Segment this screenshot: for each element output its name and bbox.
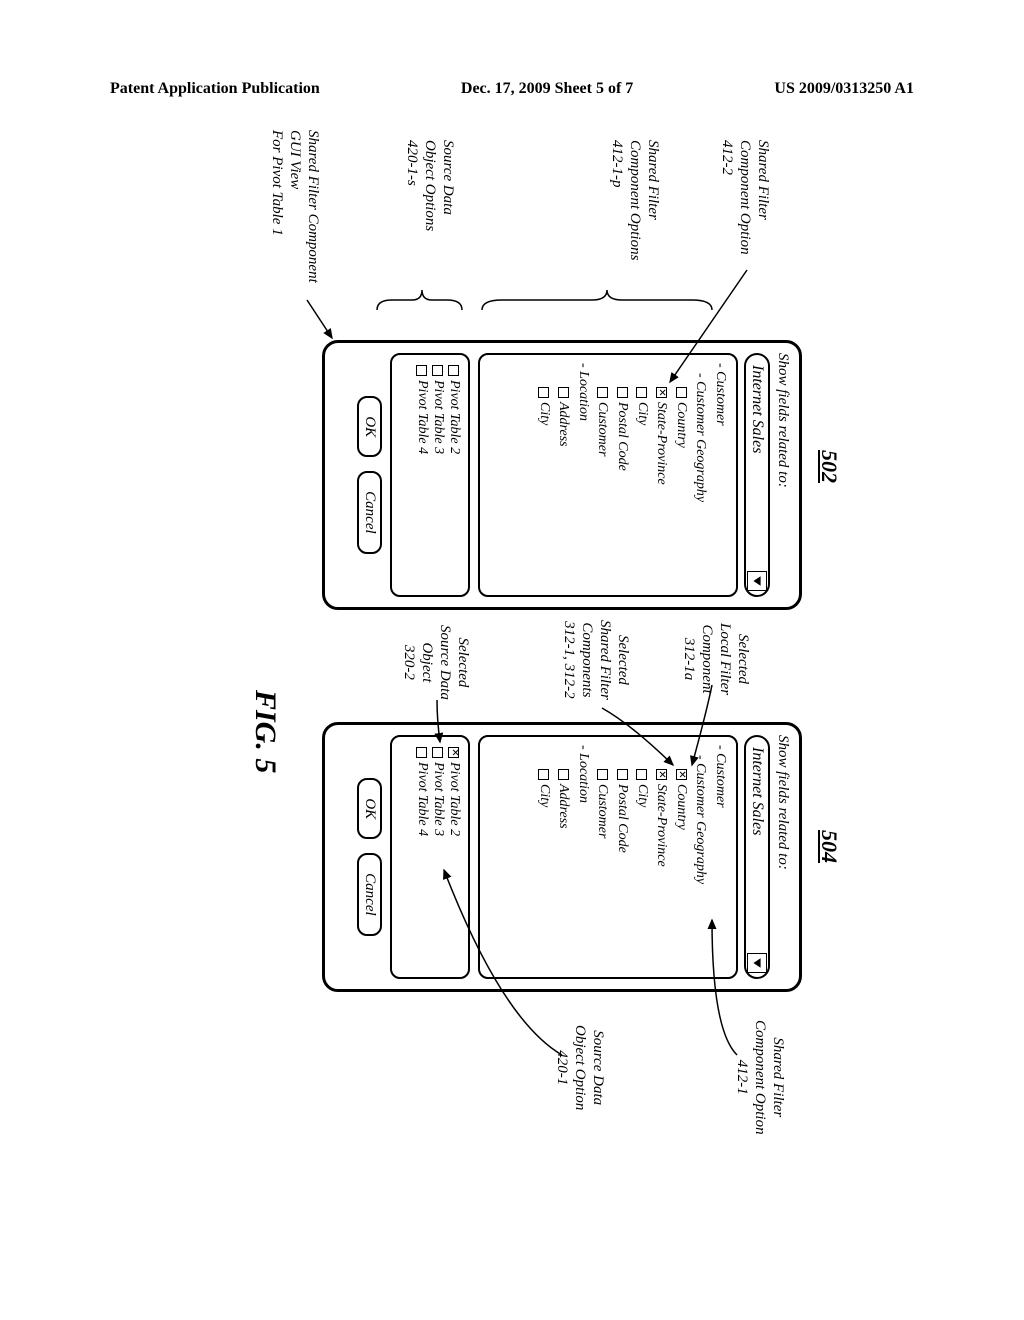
- tree-country[interactable]: ✕Country: [671, 745, 691, 969]
- callout-sel-local: Selected Local Filter Component 312-1a: [680, 623, 752, 695]
- checkbox-icon: [558, 387, 569, 398]
- fields-tree: - Customer - Customer Geography Country …: [478, 353, 738, 597]
- callout-sel-shared: Selected Shared Filter Components 312-1,…: [560, 620, 632, 700]
- tree-city2[interactable]: City: [534, 363, 554, 587]
- checkbox-checked-icon: ✕: [449, 747, 460, 758]
- callout-sdo-420-1: Source Data Object Option 420-1: [553, 1025, 607, 1110]
- checkbox-icon: [433, 365, 444, 376]
- checkbox-icon: [433, 747, 444, 758]
- checkbox-icon: [597, 769, 608, 780]
- tree-customer-leaf[interactable]: Customer: [593, 363, 613, 587]
- dropdown-value: Internet Sales: [748, 747, 766, 835]
- pivot-4[interactable]: Pivot Table 4: [414, 365, 430, 585]
- dropdown-arrow-icon[interactable]: [747, 953, 767, 973]
- tree-city2[interactable]: City: [534, 745, 554, 969]
- checkbox-icon: [636, 769, 647, 780]
- related-to-dropdown[interactable]: Internet Sales: [744, 353, 770, 597]
- checkbox-icon: [449, 365, 460, 376]
- tree-postal-code[interactable]: Postal Code: [612, 363, 632, 587]
- figure-label: FIG. 5: [248, 690, 282, 773]
- tree-customer-geo: - Customer Geography: [691, 745, 711, 969]
- checkbox-icon: [597, 387, 608, 398]
- dropdown-arrow-icon[interactable]: [747, 571, 767, 591]
- checkbox-icon: [636, 387, 647, 398]
- tree-country[interactable]: Country: [671, 363, 691, 587]
- tree-customer-leaf[interactable]: Customer: [593, 745, 613, 969]
- callout-sdo-420-1s: Source Data Object Options 420-1-s: [403, 140, 457, 231]
- ok-button[interactable]: OK: [357, 778, 382, 839]
- dialog-title: Show fields related to:: [774, 353, 791, 597]
- header-center: Dec. 17, 2009 Sheet 5 of 7: [461, 80, 633, 98]
- related-to-dropdown[interactable]: Internet Sales: [744, 735, 770, 979]
- tree-location: - Location: [573, 363, 593, 587]
- callout-sel-source: Selected Source Data Object 320-2: [400, 625, 472, 700]
- checkbox-checked-icon: ✕: [656, 769, 667, 780]
- fields-tree: - Customer - Customer Geography ✕Country…: [478, 735, 738, 979]
- callout-sfc-gui: Shared Filter Component GUI View For Piv…: [268, 130, 322, 283]
- panel-502: Show fields related to: Internet Sales -…: [322, 340, 802, 610]
- tree-location: - Location: [573, 745, 593, 969]
- tree-city[interactable]: City: [632, 363, 652, 587]
- page-header: Patent Application Publication Dec. 17, …: [0, 0, 1024, 98]
- pivot-2[interactable]: Pivot Table 2: [446, 365, 462, 585]
- ref-502: 502: [816, 450, 842, 483]
- tree-address[interactable]: Address: [554, 745, 574, 969]
- ref-504: 504: [816, 830, 842, 863]
- tree-address[interactable]: Address: [554, 363, 574, 587]
- callout-sfco-412-2: Shared Filter Component Option 412-2: [718, 140, 772, 255]
- checkbox-icon: [617, 769, 628, 780]
- tree-state-province[interactable]: ✕State-Province: [652, 745, 672, 969]
- checkbox-icon: [617, 387, 628, 398]
- tree-customer: - Customer: [710, 745, 730, 969]
- pivot-3[interactable]: Pivot Table 3: [430, 365, 446, 585]
- tree-customer: - Customer: [710, 363, 730, 587]
- pivot-3[interactable]: Pivot Table 3: [430, 747, 446, 967]
- tree-customer-geo: - Customer Geography: [691, 363, 711, 587]
- checkbox-icon: [676, 387, 687, 398]
- tree-state-province[interactable]: ✕State-Province: [652, 363, 672, 587]
- cancel-button[interactable]: Cancel: [357, 471, 382, 554]
- pivot-4[interactable]: Pivot Table 4: [414, 747, 430, 967]
- ok-button[interactable]: OK: [357, 396, 382, 457]
- cancel-button[interactable]: Cancel: [357, 853, 382, 936]
- tree-postal-code[interactable]: Postal Code: [612, 745, 632, 969]
- checkbox-icon: [558, 769, 569, 780]
- dialog-title: Show fields related to:: [774, 735, 791, 979]
- checkbox-icon: [538, 769, 549, 780]
- pivot-list: Pivot Table 2 Pivot Table 3 Pivot Table …: [390, 353, 470, 597]
- checkbox-icon: [417, 365, 428, 376]
- checkbox-checked-icon: ✕: [656, 387, 667, 398]
- header-left: Patent Application Publication: [110, 80, 320, 98]
- checkbox-icon: [417, 747, 428, 758]
- panel-504: Show fields related to: Internet Sales -…: [322, 722, 802, 992]
- pivot-list: ✕Pivot Table 2 Pivot Table 3 Pivot Table…: [390, 735, 470, 979]
- figure-5-diagram: 502 504 Show fields related to: Internet…: [162, 110, 862, 1210]
- callout-sfco-412-1p: Shared Filter Component Options 412-1-p: [608, 140, 662, 260]
- checkbox-checked-icon: ✕: [676, 769, 687, 780]
- header-right: US 2009/0313250 A1: [774, 80, 914, 98]
- pivot-2[interactable]: ✕Pivot Table 2: [446, 747, 462, 967]
- dropdown-value: Internet Sales: [748, 365, 766, 453]
- checkbox-icon: [538, 387, 549, 398]
- callout-sfco-412-1: Shared Filter Component Option 412-1: [733, 1020, 787, 1135]
- tree-city[interactable]: City: [632, 745, 652, 969]
